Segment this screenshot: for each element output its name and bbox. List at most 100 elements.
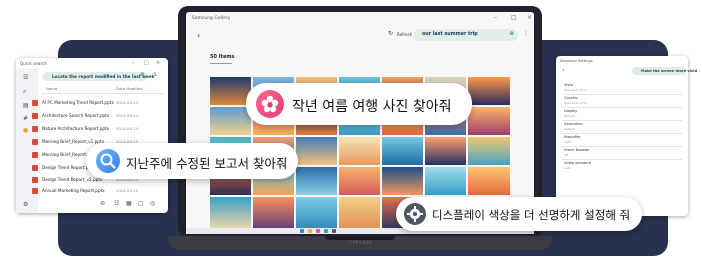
- setting-divider: [562, 159, 682, 160]
- quick-search-options-icon[interactable]: ⇅: [153, 72, 157, 78]
- table-row[interactable]: Annual Marketing Report.pptx 2024-09-21: [0, 186, 152, 196]
- open-icon[interactable]: ◎: [150, 200, 155, 207]
- quick-search-maximize-button[interactable]: □: [144, 60, 149, 66]
- quick-search-close-button[interactable]: ×: [156, 60, 160, 66]
- photo-thumbnail[interactable]: [468, 167, 510, 195]
- photo-thumbnail[interactable]: [296, 167, 337, 195]
- setting-divider: [562, 107, 682, 108]
- settings-search-query: Make the screen more vivid: [641, 68, 698, 73]
- photo-thumbnail[interactable]: [468, 137, 510, 165]
- folder-icon[interactable]: [308, 229, 312, 233]
- column-header-date[interactable]: Date Modified: [116, 86, 142, 91]
- file-date: 2024-09-21: [116, 188, 139, 193]
- setting-label[interactable]: Video standard: [564, 161, 591, 165]
- setting-value: Default: [564, 114, 575, 118]
- setting-label[interactable]: Magnifier: [564, 135, 581, 139]
- quick-search-clear-icon[interactable]: ⊗: [140, 72, 145, 78]
- photo-thumbnail[interactable]: [425, 167, 466, 195]
- setting-value: Standard, Vivid: [564, 101, 587, 105]
- refresh-label[interactable]: Refresh: [397, 32, 412, 37]
- photo-thumbnail[interactable]: [339, 167, 380, 195]
- setting-divider: [562, 94, 682, 95]
- photo-thumbnail[interactable]: [468, 77, 510, 105]
- callout-display: 디스플레이 색상을 더 선명하게 설정해 줘: [396, 197, 642, 231]
- file-date: 2024-09-24: [116, 100, 139, 105]
- quick-search-minimize-button[interactable]: –: [132, 60, 135, 66]
- preview-icon[interactable]: ▢: [138, 200, 144, 207]
- photo-thumbnail[interactable]: [296, 137, 337, 165]
- menu-icon[interactable]: ☰: [23, 74, 28, 81]
- settings-back-icon[interactable]: ‹: [562, 67, 564, 74]
- quick-search-settings-icon[interactable]: ⚙: [23, 201, 28, 208]
- close-button[interactable]: ×: [527, 15, 532, 21]
- more-options-icon[interactable]: ⋮: [523, 30, 529, 37]
- file-name: Design Trend Report_v2.pptx: [42, 177, 103, 182]
- pptx-file-icon: [32, 126, 38, 132]
- settings-list: Vivid Standard, Vivid Graphic Standard, …: [556, 78, 688, 216]
- filter-icon[interactable]: ⊜: [100, 200, 105, 207]
- file-name: Nature Architecture Report.pptx: [42, 126, 110, 131]
- pptx-file-icon: [32, 139, 38, 145]
- file-name: AI PC Marketing Trend Report.pptx: [42, 100, 114, 105]
- settings-app-icon[interactable]: [332, 229, 336, 233]
- gallery-app-icon[interactable]: [316, 229, 320, 233]
- photo-thumbnail[interactable]: [339, 137, 380, 165]
- photo-thumbnail[interactable]: [253, 197, 294, 231]
- table-row[interactable]: Architecture Search Report.pptx 2024-09-2…: [0, 111, 152, 121]
- file-date: 2024-09-24: [116, 126, 139, 131]
- setting-label[interactable]: Graphic: [564, 96, 578, 100]
- quick-search-toolbar: ⊜ ☷ ▦ ▢ ◎: [100, 200, 160, 209]
- setting-label[interactable]: Vision Booster: [564, 148, 590, 152]
- pptx-file-icon: [32, 188, 38, 194]
- setting-divider: [562, 120, 682, 121]
- callout-report: 지난주에 수정된 보고서 찾아줘: [86, 143, 298, 179]
- pptx-file-icon: [32, 165, 38, 171]
- search-icon[interactable]: ⌕: [23, 88, 26, 96]
- photo-thumbnail[interactable]: [296, 197, 337, 231]
- browser-icon[interactable]: [324, 229, 328, 233]
- photo-thumbnail[interactable]: [425, 137, 466, 165]
- file-name: Morning Brief_Report_v1.pptx: [42, 139, 105, 144]
- table-row[interactable]: Nature Architecture Report.pptx 2024-09-2…: [0, 124, 152, 134]
- photo-thumbnail[interactable]: [339, 197, 380, 231]
- callout-report-text: 지난주에 수정된 보고서 찾아줘: [126, 156, 288, 171]
- photo-thumbnail[interactable]: [210, 197, 251, 231]
- gear-icon: [404, 203, 426, 225]
- list-view-icon[interactable]: ☷: [114, 200, 119, 207]
- photo-thumbnail[interactable]: [382, 137, 423, 165]
- setting-value: Auto: [564, 166, 571, 170]
- callout-photos-text: 작년 여름 여행 사진 찾아줘: [292, 99, 452, 115]
- item-count-divider: [210, 63, 232, 64]
- setting-divider: [562, 133, 682, 134]
- refresh-icon[interactable]: ↻: [388, 30, 393, 37]
- photo-thumbnail[interactable]: [210, 77, 251, 105]
- setting-label[interactable]: Vivid: [564, 83, 573, 87]
- minimize-button[interactable]: –: [494, 15, 497, 21]
- photo-thumbnail[interactable]: [210, 107, 251, 135]
- setting-label[interactable]: Saturation: [564, 122, 583, 126]
- grid-view-icon[interactable]: ▦: [126, 200, 132, 207]
- maximize-button[interactable]: □: [511, 15, 517, 21]
- table-row[interactable]: AI PC Marketing Trend Report.pptx 2024-09…: [0, 98, 152, 108]
- setting-label[interactable]: Display: [564, 109, 577, 113]
- laptop-brand: SAMSUNG: [349, 240, 373, 245]
- photo-thumbnail[interactable]: [468, 107, 510, 135]
- start-icon[interactable]: [300, 229, 304, 233]
- gallery-search-query: our last summer trip: [422, 32, 478, 37]
- item-count: 50 Items: [210, 54, 235, 60]
- file-name: Annual Marketing Report.pptx: [42, 188, 105, 193]
- callout-photos: 작년 여름 여행 사진 찾아줘: [246, 83, 472, 125]
- pptx-file-icon: [32, 177, 38, 183]
- photo-thumbnail[interactable]: [382, 167, 423, 195]
- setting-divider: [562, 146, 682, 147]
- setting-value: Off: [564, 153, 569, 157]
- quick-search-title: Quick search: [20, 61, 48, 66]
- clear-search-icon[interactable]: ⊗: [509, 31, 514, 37]
- gallery-search-input[interactable]: our last summer trip ⊗: [414, 29, 518, 41]
- callout-display-text: 디스플레이 색상을 더 선명하게 설정해 줘: [432, 208, 631, 222]
- back-arrow-icon[interactable]: ‹: [197, 31, 200, 40]
- column-header-name[interactable]: Name: [46, 86, 57, 91]
- setting-value: Default: [564, 127, 575, 131]
- setting-value: Light: [564, 140, 572, 144]
- file-date: 2024-09-24: [116, 113, 139, 118]
